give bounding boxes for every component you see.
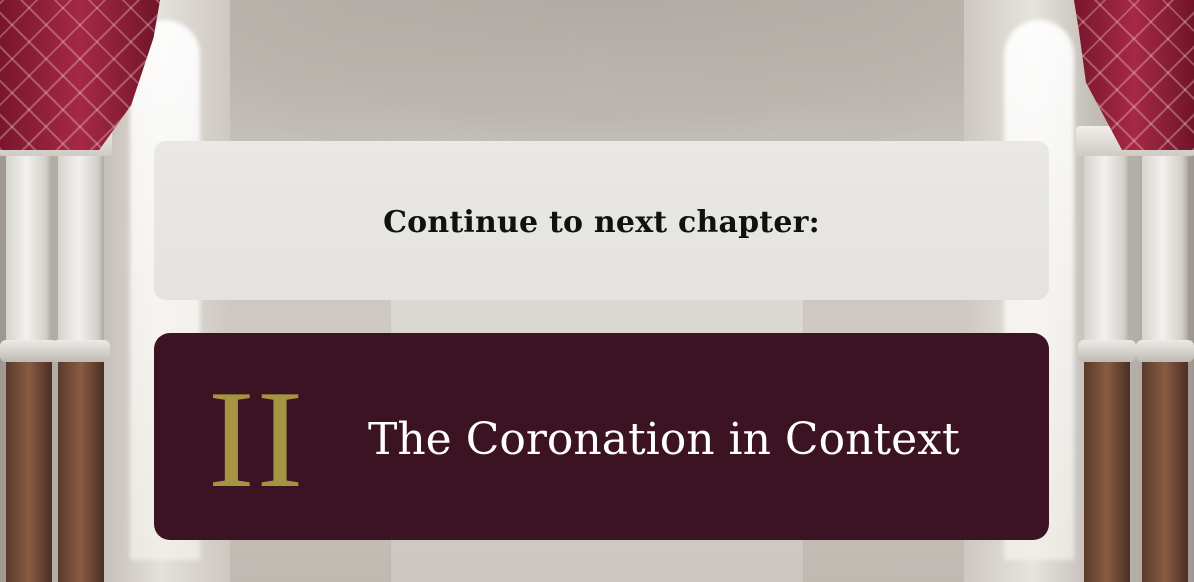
left-column	[50, 126, 112, 582]
ceiling-vault	[150, 0, 1050, 160]
chapter-title[interactable]: The Coronation in Context	[368, 405, 960, 475]
continue-prompt-card: Continue to next chapter:	[154, 141, 1049, 300]
right-column	[1076, 126, 1138, 582]
right-column	[1134, 126, 1194, 582]
chapter-numeral: II	[208, 362, 306, 517]
left-column	[0, 126, 60, 582]
continue-prompt-label: Continue to next chapter:	[383, 205, 820, 240]
